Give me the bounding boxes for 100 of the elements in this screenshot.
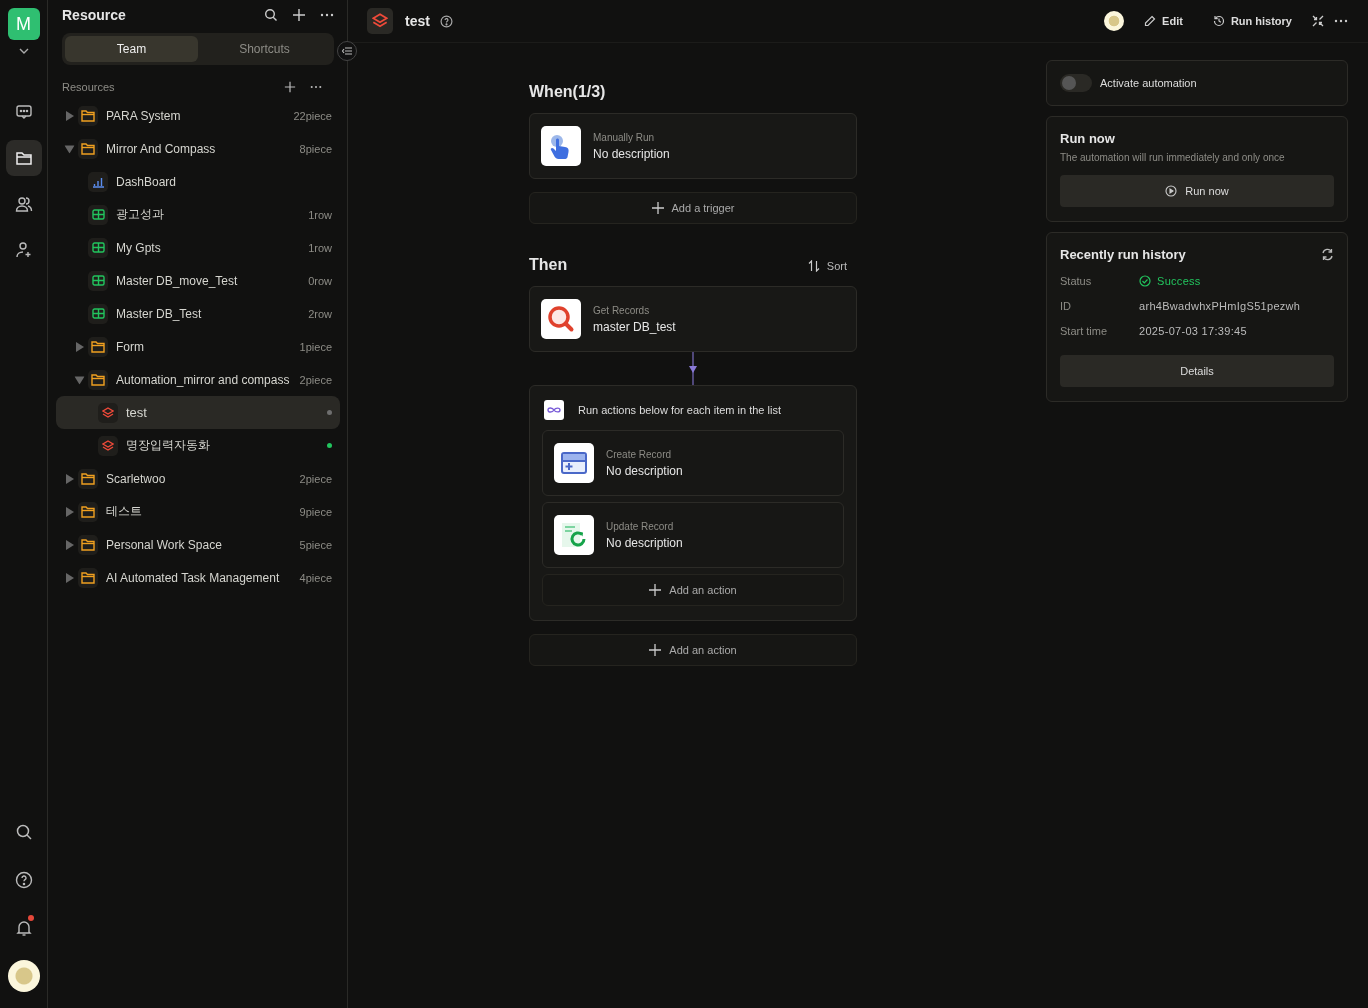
item-name: My Gpts <box>116 240 161 255</box>
action-card[interactable]: Create Record No description <box>542 430 844 496</box>
automation-icon <box>367 8 393 34</box>
user-avatar[interactable] <box>7 960 40 992</box>
help-icon[interactable] <box>439 14 453 28</box>
caret-icon[interactable] <box>64 473 74 484</box>
caret-icon[interactable] <box>64 110 74 121</box>
table-icon <box>88 204 108 225</box>
tree-item[interactable]: AI Automated Task Management 4piece <box>56 561 340 594</box>
toggle-switch[interactable] <box>1060 74 1092 92</box>
folder-icon <box>88 369 108 390</box>
item-count: 5piece <box>299 538 332 551</box>
tree-item[interactable]: Scarletwoo 2piece <box>56 462 340 495</box>
clock-icon <box>1212 15 1225 27</box>
user-avatar[interactable] <box>1104 11 1125 31</box>
nav-button[interactable] <box>5 140 42 176</box>
tree-item[interactable]: 명장입력자동화 <box>56 429 340 462</box>
item-count: 0row <box>308 274 332 287</box>
item-count: 4piece <box>299 571 332 584</box>
tree-item[interactable]: 테스트 9piece <box>56 495 340 528</box>
search-icon[interactable] <box>14 823 33 841</box>
run-now-button[interactable]: Run now <box>1060 175 1334 207</box>
page-title: test <box>405 13 430 29</box>
sidebar-title: Resource <box>62 7 126 23</box>
folder-icon <box>78 468 98 489</box>
refresh-record-icon <box>554 515 594 555</box>
tree-item[interactable]: Personal Work Space 5piece <box>56 528 340 561</box>
run-history-button[interactable]: Run history <box>1202 15 1302 27</box>
infinity-icon <box>544 400 564 420</box>
add-action-button[interactable]: Add an action <box>542 574 844 606</box>
check-circle-icon <box>1139 274 1151 287</box>
tree-item[interactable]: Master DB_move_Test 0row <box>56 264 340 297</box>
tree-item[interactable]: test <box>56 396 340 429</box>
refresh-icon[interactable] <box>1321 248 1334 261</box>
folder-icon <box>14 149 33 167</box>
folder-icon <box>88 336 108 357</box>
caret-icon[interactable] <box>74 375 84 384</box>
action-card[interactable]: Get Records master DB_test <box>529 286 857 352</box>
add-trigger-button[interactable]: Add a trigger <box>529 192 857 224</box>
menu-collapse-icon <box>342 47 352 55</box>
tree-item[interactable]: DashBoard <box>56 165 340 198</box>
card-description: No description <box>606 535 683 550</box>
plus-icon[interactable] <box>284 81 296 93</box>
folder-icon <box>78 501 98 522</box>
connector-arrow <box>688 352 698 385</box>
details-button[interactable]: Details <box>1060 355 1334 387</box>
item-count: 2row <box>308 307 332 320</box>
collapse-sidebar-button[interactable] <box>337 41 357 61</box>
automation-icon <box>98 402 118 423</box>
collapse-icon[interactable] <box>1312 15 1324 27</box>
edit-button[interactable]: Edit <box>1134 15 1193 27</box>
search-icon <box>541 299 581 339</box>
caret-icon[interactable] <box>64 539 74 550</box>
item-name: 광고성과 <box>116 206 164 223</box>
item-name: test <box>126 405 147 420</box>
caret-icon[interactable] <box>64 144 74 153</box>
tree-item[interactable]: Form 1piece <box>56 330 340 363</box>
tab[interactable]: Shortcuts <box>198 36 331 62</box>
table-icon <box>88 237 108 258</box>
card-description: master DB_test <box>593 319 676 334</box>
tree-item[interactable]: Mirror And Compass 8piece <box>56 132 340 165</box>
bell-icon[interactable] <box>14 919 33 937</box>
sort-button[interactable]: Sort <box>807 260 857 272</box>
tree-item[interactable]: Automation_mirror and compass 2piece <box>56 363 340 396</box>
item-count: 8piece <box>299 142 332 155</box>
plus-icon <box>649 584 662 596</box>
item-name: Mirror And Compass <box>106 141 216 156</box>
card-description: No description <box>606 463 683 478</box>
card-label: Create Record <box>606 448 673 460</box>
action-card[interactable]: Update Record No description <box>542 502 844 568</box>
trigger-card[interactable]: Manually Run No description <box>529 113 857 179</box>
tree-item[interactable]: PARA System 22piece <box>56 99 340 132</box>
caret-icon[interactable] <box>74 341 84 352</box>
caret-icon[interactable] <box>64 572 74 583</box>
tree-item[interactable]: My Gpts 1row <box>56 231 340 264</box>
add-action-button[interactable]: Add an action <box>529 634 857 666</box>
item-name: Personal Work Space <box>106 537 222 552</box>
folder-icon <box>78 567 98 588</box>
sort-icon <box>807 260 820 272</box>
item-name: Master DB_Test <box>116 306 202 321</box>
search-icon[interactable] <box>264 8 278 22</box>
field-value: 2025-07-03 17:39:45 <box>1139 324 1247 337</box>
item-count: 2piece <box>299 472 332 485</box>
caret-icon[interactable] <box>64 506 74 517</box>
pencil-icon <box>1144 15 1157 27</box>
plus-icon[interactable] <box>292 8 306 22</box>
section-heading: Then <box>529 256 568 275</box>
tree-item[interactable]: 광고성과 1row <box>56 198 340 231</box>
chevron-down-icon[interactable] <box>18 48 29 54</box>
tab[interactable]: Team <box>65 36 198 62</box>
tree-item[interactable]: Master DB_Test 2row <box>56 297 340 330</box>
plus-icon <box>651 202 664 214</box>
card-subtitle: The automation will run immediately and only once <box>1060 152 1286 163</box>
field-label: Status <box>1060 274 1093 287</box>
item-count: 1piece <box>299 340 332 353</box>
automation-icon <box>98 435 118 456</box>
item-name: Form <box>116 339 144 354</box>
item-count: 9piece <box>299 505 332 518</box>
help-icon[interactable] <box>14 871 33 889</box>
item-count: 1row <box>308 208 332 221</box>
